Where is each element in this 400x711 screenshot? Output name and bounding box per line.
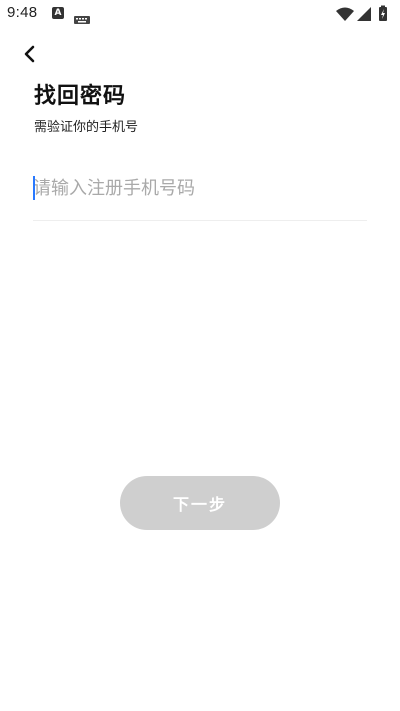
a-notification-icon: A — [52, 7, 64, 19]
back-button[interactable] — [16, 40, 44, 68]
chevron-left-icon — [24, 45, 35, 63]
status-bar: 9:48 A — [0, 0, 400, 28]
wifi-icon — [336, 7, 354, 21]
page-title: 找回密码 — [34, 84, 127, 109]
text-caret — [33, 176, 35, 200]
phone-field[interactable] — [33, 168, 367, 221]
battery-charging-icon — [379, 5, 387, 21]
signal-icon — [357, 7, 371, 21]
phone-input[interactable] — [33, 168, 367, 208]
next-step-button[interactable]: 下一步 — [120, 476, 280, 530]
keyboard-icon — [74, 9, 90, 24]
status-time: 9:48 — [7, 4, 38, 21]
status-right-icons — [334, 5, 394, 23]
page-subtitle: 需验证你的手机号 — [34, 120, 139, 135]
